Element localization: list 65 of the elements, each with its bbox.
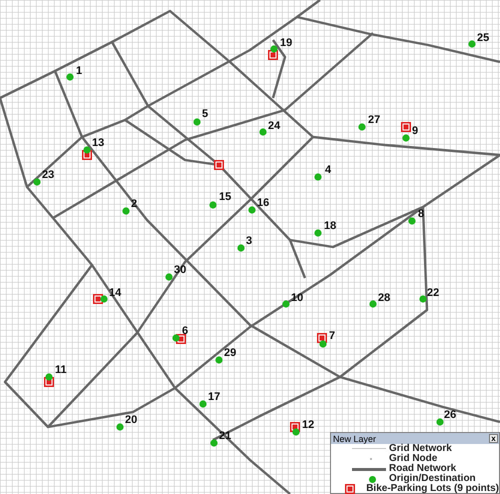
- origin-destination-dot: [83, 146, 91, 154]
- origin-destination-dot: [248, 206, 256, 214]
- close-button[interactable]: x: [489, 434, 498, 443]
- origin-destination-dot: [209, 201, 217, 209]
- point-label: 12: [302, 419, 314, 431]
- origin-destination-dot: [237, 244, 245, 252]
- point-label: 24: [268, 120, 280, 132]
- point-label: 18: [324, 220, 336, 232]
- point-label: 16: [257, 197, 270, 209]
- point-label: 13: [92, 137, 104, 149]
- origin-destination-dot: [165, 273, 173, 281]
- point-label: 5: [202, 108, 208, 120]
- origin-destination-dot: [193, 118, 201, 126]
- legend-title: New Layer: [333, 434, 376, 444]
- origin-destination-dot: [314, 229, 322, 237]
- legend-label: Grid Node: [389, 454, 438, 464]
- origin-destination-dot: [402, 134, 410, 142]
- point-label: 3: [246, 235, 252, 247]
- thin-line-icon: [352, 448, 386, 450]
- origin-destination-dot: [122, 207, 130, 215]
- legend-label: Road Network: [389, 464, 456, 474]
- origin-destination-dot: [319, 340, 327, 348]
- origin-destination-dot: [282, 300, 290, 308]
- origin-destination-dot: [66, 73, 74, 81]
- origin-destination-dot: [33, 178, 41, 186]
- origin-destination-dot: [270, 45, 278, 53]
- thick-line-icon: [352, 468, 386, 470]
- origin-destination-dot: [369, 300, 377, 308]
- point-label: 9: [412, 125, 418, 137]
- legend-label: Origin/Destination: [389, 474, 476, 484]
- point-label: 2: [131, 198, 138, 210]
- origin-destination-dot: [210, 439, 218, 447]
- origin-destination-dot: [215, 356, 223, 364]
- point-label: 11: [55, 364, 67, 376]
- origin-destination-dot: [419, 295, 427, 303]
- origin-destination-dot: [100, 295, 108, 303]
- point-label: 20: [125, 414, 138, 426]
- origin-destination-dot: [436, 418, 444, 426]
- origin-destination-dot: [292, 428, 300, 436]
- point-label: 7: [329, 330, 336, 342]
- origin-destination-dot: [314, 173, 322, 181]
- point-label: 28: [378, 292, 390, 304]
- origin-destination-dot: [116, 423, 124, 431]
- point-label: 29: [224, 347, 236, 359]
- point-label: 25: [477, 32, 490, 44]
- origin-destination-dot: [468, 40, 476, 48]
- dot-icon: [369, 476, 376, 482]
- origin-destination-dot: [172, 334, 180, 342]
- origin-destination-dot: [408, 217, 416, 225]
- origin-destination-dot: [259, 128, 267, 136]
- origin-destination-dot: [358, 123, 366, 131]
- point-label: 23: [42, 169, 54, 181]
- point-label: 4: [325, 164, 332, 176]
- point-label: 17: [208, 391, 220, 403]
- legend-label: Bike-Parking Lots (9 points): [366, 484, 499, 494]
- point-label: 21: [219, 430, 232, 442]
- point-label: 27: [368, 114, 380, 126]
- point-label: 6: [182, 325, 188, 337]
- origin-destination-dot: [45, 373, 53, 381]
- point-label: 15: [219, 191, 232, 203]
- legend-label: Grid Network: [389, 444, 452, 454]
- point-label: 19: [280, 37, 292, 49]
- point-label: 26: [444, 409, 456, 421]
- origin-destination-dot: [199, 400, 207, 408]
- point-label: 1: [76, 65, 82, 77]
